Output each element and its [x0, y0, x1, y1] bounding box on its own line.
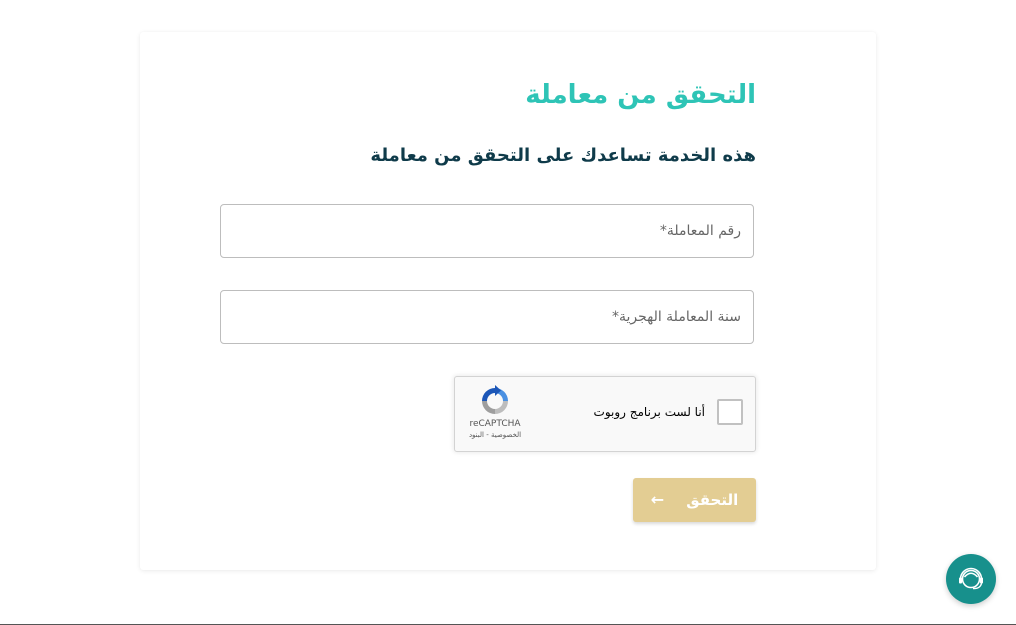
- recaptcha-brand: reCAPTCHA: [469, 419, 521, 429]
- hijri-year-input[interactable]: [221, 291, 753, 343]
- recaptcha-checkbox[interactable]: [717, 399, 743, 425]
- support-chat-button[interactable]: [946, 554, 996, 604]
- recaptcha-privacy-terms-link[interactable]: الخصوصية - البنود: [465, 431, 525, 439]
- page-subtitle: هذه الخدمة تساعدك على التحقق من معاملة: [370, 145, 756, 166]
- hijri-year-field[interactable]: [220, 290, 754, 344]
- recaptcha-icon: [482, 385, 508, 414]
- verify-button[interactable]: التحقق ←: [633, 478, 756, 522]
- verification-card: التحقق من معاملة هذه الخدمة تساعدك على ا…: [140, 32, 876, 570]
- transaction-number-input[interactable]: [221, 205, 753, 257]
- support-agent-icon: [959, 567, 983, 590]
- arrow-left-icon: ←: [650, 490, 665, 509]
- transaction-number-field[interactable]: [220, 204, 754, 258]
- page-title: التحقق من معاملة: [525, 80, 756, 110]
- recaptcha-label: أنا لست برنامج روبوت: [593, 405, 705, 419]
- recaptcha-widget: أنا لست برنامج روبوت reCAPTCHA الخصوصية …: [454, 376, 756, 452]
- recaptcha-logo: reCAPTCHA الخصوصية - البنود: [465, 385, 525, 439]
- verify-button-label: التحقق: [686, 491, 739, 509]
